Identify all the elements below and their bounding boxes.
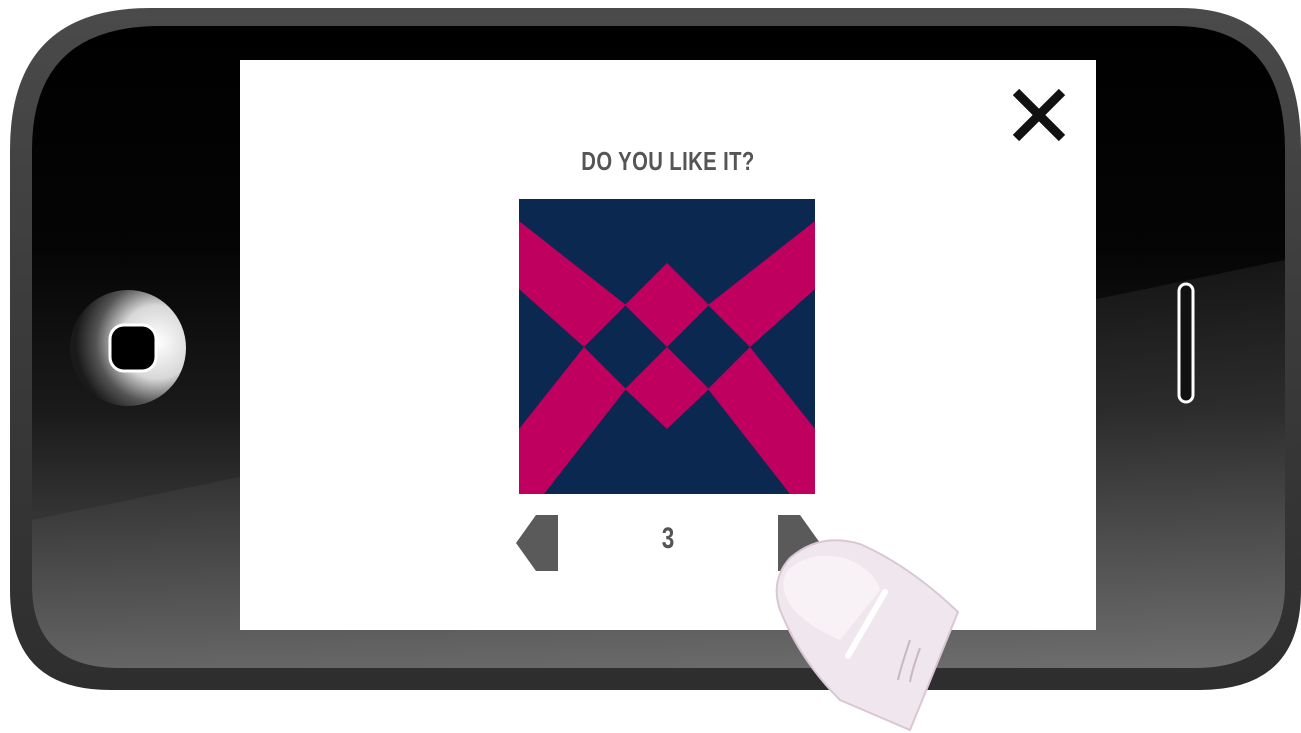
side-button: [1177, 282, 1197, 404]
next-arrow-icon: [778, 515, 820, 571]
home-button[interactable]: [66, 290, 186, 406]
home-button-icon: [70, 290, 186, 406]
close-button[interactable]: [1010, 86, 1068, 144]
quilt-pattern-image: [519, 199, 815, 494]
next-button[interactable]: [776, 515, 820, 571]
stage: DO YOU LIKE IT? 3: [0, 0, 1301, 733]
dialog-title: DO YOU LIKE IT?: [581, 146, 755, 176]
app-screen: DO YOU LIKE IT? 3: [240, 60, 1096, 630]
close-icon: [1012, 88, 1066, 142]
quilt-pattern-preview: [519, 199, 815, 494]
previous-button[interactable]: [516, 515, 560, 571]
prev-arrow-icon: [516, 515, 558, 571]
page-number: 3: [661, 522, 675, 555]
